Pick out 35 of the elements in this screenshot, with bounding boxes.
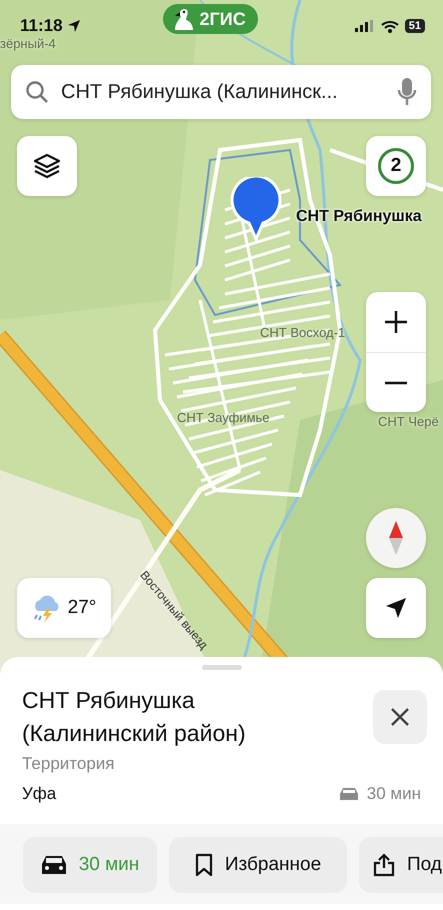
place-title: СНТ Рябинушка (Калининский район) bbox=[22, 686, 247, 748]
my-location-button[interactable] bbox=[366, 578, 426, 638]
layers-icon bbox=[33, 153, 61, 179]
status-time: 11:18 bbox=[20, 16, 63, 36]
place-category: Территория bbox=[21, 753, 116, 774]
compass-icon bbox=[389, 521, 403, 555]
location-pin-icon bbox=[229, 177, 283, 241]
location-arrow-icon bbox=[66, 19, 81, 33]
search-icon bbox=[25, 80, 49, 104]
search-field[interactable]: СНТ Рябинушка (Калининск... bbox=[11, 65, 431, 119]
close-button[interactable] bbox=[373, 690, 427, 744]
microphone-icon[interactable] bbox=[397, 78, 417, 106]
bookmark-icon bbox=[194, 853, 213, 877]
place-label: зёрный-4 bbox=[0, 36, 56, 51]
car-icon bbox=[338, 787, 359, 801]
share-icon bbox=[373, 853, 395, 877]
travel-time: 30 мин bbox=[366, 784, 421, 804]
app-logo: 2ГИС bbox=[162, 4, 258, 34]
battery-level: 51 bbox=[404, 19, 425, 33]
place-city: Уфа bbox=[22, 784, 56, 804]
weather-button[interactable]: 27° bbox=[17, 578, 111, 638]
minus-icon bbox=[384, 380, 408, 384]
wifi-icon bbox=[380, 20, 399, 32]
layers-button[interactable] bbox=[17, 136, 77, 196]
navigation-arrow-icon bbox=[385, 597, 407, 619]
results-count-button[interactable]: 2 bbox=[366, 136, 426, 196]
car-icon bbox=[40, 855, 67, 875]
drag-handle[interactable] bbox=[202, 665, 242, 670]
favorite-button[interactable]: Избранное bbox=[169, 837, 347, 893]
share-button[interactable]: Под bbox=[359, 837, 443, 893]
signal-icon bbox=[354, 20, 375, 32]
place-label: СНТ Рябинушка bbox=[296, 208, 422, 226]
plus-icon bbox=[384, 310, 408, 334]
close-icon bbox=[391, 708, 409, 726]
place-label: СНТ Черё bbox=[378, 414, 439, 429]
